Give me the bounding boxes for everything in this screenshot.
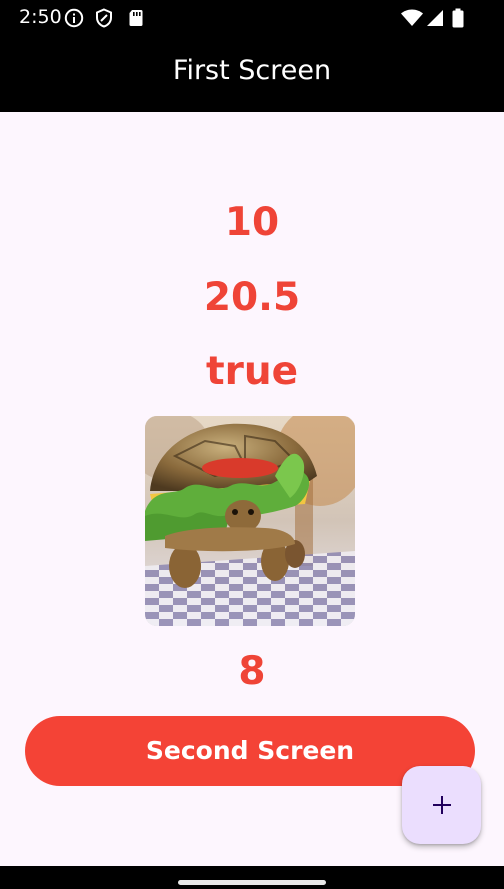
page-title: First Screen	[172, 55, 332, 86]
shield-icon	[94, 8, 114, 28]
float-value-text: 20.5	[203, 275, 301, 320]
info-icon	[64, 8, 84, 28]
navigation-bar	[0, 866, 504, 889]
sd-card-icon	[126, 8, 146, 28]
add-fab-button[interactable]	[402, 766, 481, 844]
plus-icon	[432, 796, 451, 814]
wifi-icon	[400, 8, 424, 28]
signal-icon	[425, 8, 445, 28]
bool-value-text: true	[205, 349, 299, 394]
count-value-text: 8	[238, 649, 266, 694]
status-bar: 2:50	[0, 0, 504, 36]
battery-icon	[451, 8, 465, 28]
home-gesture-handle[interactable]	[178, 880, 326, 885]
turtle-burger-image	[145, 416, 355, 626]
int-value-text: 10	[224, 200, 280, 245]
main-content: 10 20.5 true 8 Second Screen	[0, 112, 504, 866]
status-time: 2:50	[19, 6, 62, 28]
app-bar: First Screen	[0, 36, 504, 112]
